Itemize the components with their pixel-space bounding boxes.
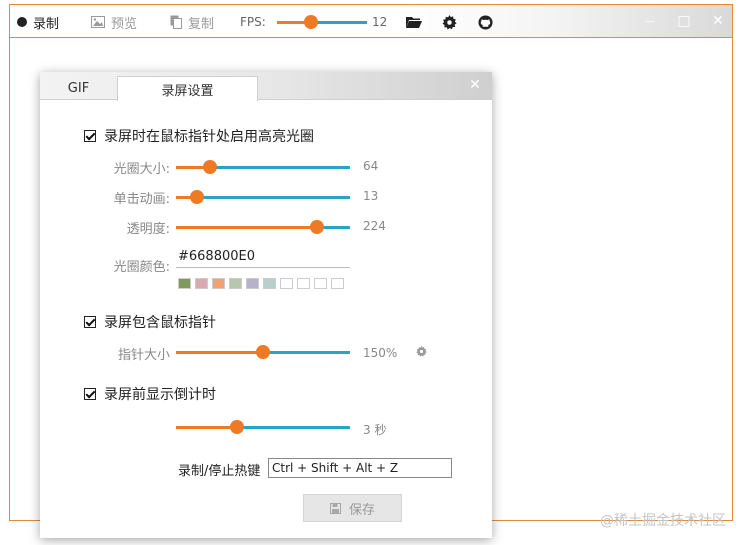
dialog-close-icon[interactable]: ✕	[468, 77, 482, 93]
close-button[interactable]: ✕	[710, 13, 726, 29]
color-swatch[interactable]	[280, 278, 293, 289]
preview-button[interactable]: 预览	[91, 13, 138, 32]
record-button[interactable]: 录制	[17, 13, 60, 32]
tab-record-settings[interactable]: 录屏设置	[117, 76, 258, 101]
slider-track-fill	[176, 351, 263, 354]
click-anim-slider[interactable]	[176, 190, 350, 204]
color-swatch[interactable]	[212, 278, 225, 289]
color-swatch[interactable]	[229, 278, 242, 289]
image-icon	[91, 16, 105, 28]
gear-icon	[442, 14, 457, 29]
slider-thumb[interactable]	[190, 190, 204, 204]
cursor-size-value: 150%	[363, 346, 398, 360]
close-icon: ✕	[712, 13, 724, 29]
preview-label: 预览	[111, 16, 138, 32]
slider-thumb[interactable]	[256, 345, 270, 359]
slider-thumb[interactable]	[304, 15, 318, 29]
color-swatch[interactable]	[314, 278, 327, 289]
ring-size-label: 光圈大小:	[113, 162, 170, 177]
save-icon	[329, 502, 341, 514]
slider-track-fill	[176, 426, 237, 429]
slider-track-rest	[210, 166, 350, 169]
click-anim-value: 13	[363, 189, 379, 203]
ring-color-input[interactable]: #668800E0	[176, 248, 350, 268]
open-folder-button[interactable]	[406, 13, 422, 31]
save-label: 保存	[348, 502, 375, 518]
slider-track-fill	[176, 226, 317, 229]
color-swatch[interactable]	[195, 278, 208, 289]
hotkey-label: 录制/停止热键	[178, 464, 261, 479]
slider-track-rest	[237, 426, 350, 429]
color-swatch[interactable]	[263, 278, 276, 289]
cursor-checkbox-label: 录屏包含鼠标指针	[104, 315, 216, 331]
slider-thumb[interactable]	[203, 160, 217, 174]
toolbar: 录制 预览 复制 FPS: 12 — □ ✕	[10, 5, 732, 38]
maximize-icon: □	[677, 13, 691, 29]
cursor-gear-icon[interactable]	[416, 346, 427, 357]
ring-size-value: 64	[363, 159, 379, 173]
github-button[interactable]	[478, 13, 493, 31]
settings-button[interactable]	[442, 13, 457, 31]
color-swatch[interactable]	[297, 278, 310, 289]
opacity-slider[interactable]	[176, 220, 350, 234]
countdown-checkbox-label: 录屏前显示倒计时	[104, 387, 216, 403]
color-swatch[interactable]	[178, 278, 191, 289]
opacity-label: 透明度:	[126, 222, 170, 237]
highlight-checkbox-row[interactable]: 录屏时在鼠标指针处启用高亮光圈	[84, 126, 314, 146]
settings-dialog: GIF 录屏设置 ✕ 录屏时在鼠标指针处启用高亮光圈 光圈大小: 64 单击动画…	[40, 72, 492, 538]
slider-track-rest	[197, 196, 350, 199]
countdown-checkbox[interactable]	[84, 388, 96, 400]
minimize-button[interactable]: —	[642, 13, 658, 29]
slider-track-rest	[311, 21, 367, 24]
click-anim-label: 单击动画:	[113, 192, 170, 207]
slider-track-rest	[263, 351, 350, 354]
cursor-size-slider[interactable]	[176, 345, 350, 359]
hotkey-input[interactable]: Ctrl + Shift + Alt + Z	[268, 458, 452, 478]
highlight-checkbox-label: 录屏时在鼠标指针处启用高亮光圈	[104, 129, 314, 145]
watermark: @稀土掘金技术社区	[600, 513, 726, 529]
fps-value: 12	[372, 15, 388, 29]
opacity-value: 224	[363, 219, 386, 233]
cursor-checkbox-row[interactable]: 录屏包含鼠标指针	[84, 312, 216, 332]
copy-icon	[170, 15, 182, 29]
countdown-checkbox-row[interactable]: 录屏前显示倒计时	[84, 384, 216, 404]
copy-label: 复制	[188, 16, 215, 32]
color-swatch[interactable]	[331, 278, 344, 289]
fps-label: FPS:	[240, 15, 266, 29]
fps-slider[interactable]	[277, 15, 367, 29]
tab-gif[interactable]: GIF	[40, 76, 117, 100]
highlight-checkbox[interactable]	[84, 130, 96, 142]
countdown-value: 3 秒	[363, 423, 387, 437]
record-dot-icon	[17, 17, 27, 27]
minimize-icon: —	[645, 15, 655, 27]
slider-thumb[interactable]	[230, 420, 244, 434]
dialog-tab-bar: GIF 录屏设置 ✕	[40, 72, 492, 101]
ring-color-label: 光圈颜色:	[113, 260, 170, 275]
ring-size-slider[interactable]	[176, 160, 350, 174]
save-button[interactable]: 保存	[303, 494, 402, 522]
cursor-size-label: 指针大小	[117, 348, 170, 363]
cursor-checkbox[interactable]	[84, 316, 96, 328]
countdown-slider[interactable]	[176, 420, 350, 434]
github-icon	[478, 14, 493, 30]
record-label: 录制	[33, 16, 60, 32]
slider-thumb[interactable]	[310, 220, 324, 234]
copy-button[interactable]: 复制	[170, 13, 215, 32]
maximize-button[interactable]: □	[676, 13, 692, 29]
color-swatch[interactable]	[246, 278, 259, 289]
folder-open-icon	[406, 16, 422, 28]
